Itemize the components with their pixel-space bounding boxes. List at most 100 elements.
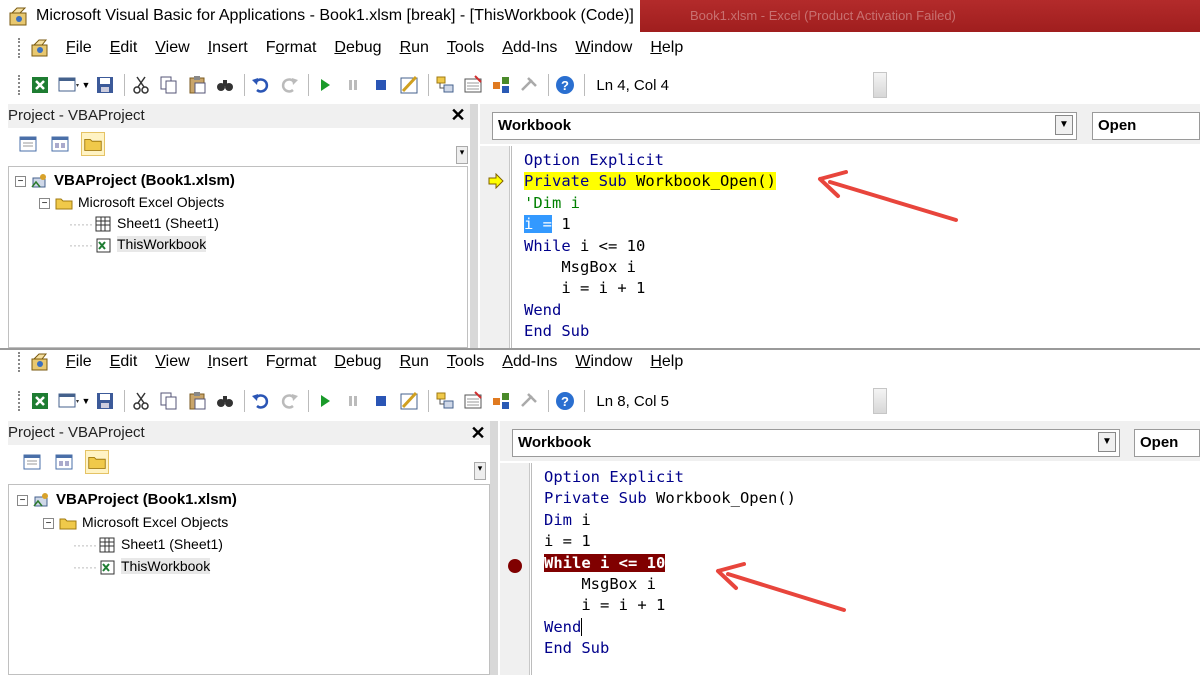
code-line[interactable]: While i <= 10 [524, 235, 645, 257]
menu-view[interactable]: View [155, 353, 189, 371]
find-icon[interactable] [214, 390, 236, 412]
project-explorer-icon[interactable] [434, 390, 456, 412]
code-line[interactable]: i = i + 1 [524, 277, 645, 299]
object-combo[interactable]: Workbook [492, 112, 1077, 140]
menu-debug[interactable]: Debug [334, 353, 381, 371]
procedure-combo[interactable]: Open [1134, 429, 1200, 457]
close-icon[interactable]: ✕ [468, 424, 488, 444]
undo-icon[interactable] [250, 390, 272, 412]
close-icon[interactable]: ✕ [448, 106, 468, 126]
vba-app-icon[interactable] [29, 352, 51, 372]
reset-icon[interactable] [370, 390, 392, 412]
menu-help[interactable]: Help [650, 39, 683, 57]
break-icon[interactable] [342, 74, 364, 96]
run-icon[interactable] [314, 390, 336, 412]
view-code-icon[interactable] [20, 450, 44, 474]
menu-view[interactable]: View [155, 39, 189, 57]
code-line[interactable]: MsgBox i [544, 573, 656, 595]
code-line[interactable]: MsgBox i [524, 256, 636, 278]
toolbar-grip[interactable] [18, 38, 21, 58]
code-line[interactable]: i = i + 1 [544, 594, 665, 616]
procedure-combo[interactable]: Open [1092, 112, 1200, 140]
menu-add-ins[interactable]: Add-Ins [502, 353, 557, 371]
toolbox-icon[interactable] [518, 390, 540, 412]
panel-dropdown-grip[interactable]: ▾ [474, 462, 486, 480]
redo-icon[interactable] [278, 390, 300, 412]
code-line[interactable]: Dim i [544, 509, 591, 531]
save-icon[interactable] [94, 390, 116, 412]
design-mode-icon[interactable] [398, 390, 420, 412]
design-mode-icon[interactable] [398, 74, 420, 96]
properties-icon[interactable] [462, 74, 484, 96]
menu-help[interactable]: Help [650, 353, 683, 371]
vba-app-icon[interactable] [29, 38, 51, 58]
tree-item-vbaproject[interactable]: − VBAProject (Book1.xlsm) [15, 170, 235, 192]
menu-window[interactable]: Window [575, 353, 632, 371]
menu-add-ins[interactable]: Add-Ins [502, 39, 557, 57]
help-icon[interactable]: ? [554, 74, 576, 96]
menu-debug[interactable]: Debug [334, 39, 381, 57]
code-line[interactable]: Private Sub Workbook_Open() [544, 487, 796, 509]
object-browser-icon[interactable] [490, 74, 512, 96]
code-line[interactable]: While i <= 10 [544, 552, 666, 574]
copy-icon[interactable] [158, 390, 180, 412]
project-explorer-icon[interactable] [434, 74, 456, 96]
toolbar-grip[interactable] [18, 391, 21, 411]
properties-icon[interactable] [462, 390, 484, 412]
menu-edit[interactable]: Edit [110, 353, 138, 371]
save-icon[interactable] [94, 74, 116, 96]
tree-item-thisworkbook[interactable]: ······ ThisWorkbook [69, 233, 207, 255]
object-combo-arrow-icon[interactable]: ▼ [1098, 432, 1116, 452]
toolbar-options-icon[interactable] [872, 72, 887, 98]
copy-icon[interactable] [158, 74, 180, 96]
menu-window[interactable]: Window [575, 39, 632, 57]
help-icon[interactable]: ? [554, 390, 576, 412]
tree-item-sheet1[interactable]: ······ Sheet1 (Sheet1) [69, 212, 219, 234]
code-line[interactable]: Wend [544, 616, 583, 638]
code-line[interactable]: i = 1 [524, 213, 571, 235]
object-combo[interactable]: Workbook [512, 429, 1120, 457]
menu-file[interactable]: File [66, 353, 92, 371]
splitter[interactable] [490, 421, 498, 675]
code-line[interactable]: End Sub [544, 637, 609, 659]
code-line[interactable]: Wend [524, 299, 561, 321]
code-line[interactable]: End Sub [524, 320, 589, 342]
run-icon[interactable] [314, 74, 336, 96]
panel-dropdown-grip[interactable]: ▾ [456, 146, 468, 164]
insert-userform-icon[interactable] [57, 390, 80, 412]
break-icon[interactable] [342, 390, 364, 412]
tree-item-sheet1[interactable]: ······ Sheet1 (Sheet1) [73, 533, 223, 555]
tree-item-excel-objects[interactable]: − Microsoft Excel Objects [39, 191, 224, 213]
cut-icon[interactable] [130, 390, 152, 412]
reset-icon[interactable] [370, 74, 392, 96]
menu-format[interactable]: Format [266, 353, 317, 371]
excel-view-icon[interactable] [29, 390, 51, 412]
dropdown-arrow-icon[interactable]: ▼ [81, 396, 90, 406]
menu-run[interactable]: Run [400, 39, 429, 57]
code-line[interactable]: 'Dim i [524, 192, 580, 214]
menu-run[interactable]: Run [400, 353, 429, 371]
toggle-folders-icon[interactable] [80, 132, 105, 156]
undo-icon[interactable] [250, 74, 272, 96]
breakpoint-icon[interactable] [507, 558, 523, 574]
tree-item-excel-objects[interactable]: − Microsoft Excel Objects [43, 511, 228, 533]
view-code-icon[interactable] [16, 132, 40, 156]
tree-item-vbaproject[interactable]: − VBAProject (Book1.xlsm) [17, 489, 237, 511]
menu-tools[interactable]: Tools [447, 39, 484, 57]
menu-tools[interactable]: Tools [447, 353, 484, 371]
paste-icon[interactable] [186, 74, 208, 96]
code-line[interactable]: Option Explicit [544, 466, 684, 488]
cut-icon[interactable] [130, 74, 152, 96]
toolbar-grip[interactable] [18, 352, 21, 372]
splitter[interactable] [470, 104, 478, 348]
collapse-icon[interactable]: − [39, 197, 50, 209]
code-line[interactable]: Option Explicit [524, 149, 664, 171]
collapse-icon[interactable]: − [15, 175, 26, 187]
object-browser-icon[interactable] [490, 390, 512, 412]
view-object-icon[interactable] [52, 450, 76, 474]
code-line[interactable]: Private Sub Workbook_Open() [524, 170, 776, 192]
toggle-folders-icon[interactable] [84, 450, 109, 474]
menu-insert[interactable]: Insert [208, 353, 248, 371]
view-object-icon[interactable] [48, 132, 72, 156]
code-editor[interactable]: Option Explicit Private Sub Workbook_Open… [531, 463, 1200, 675]
